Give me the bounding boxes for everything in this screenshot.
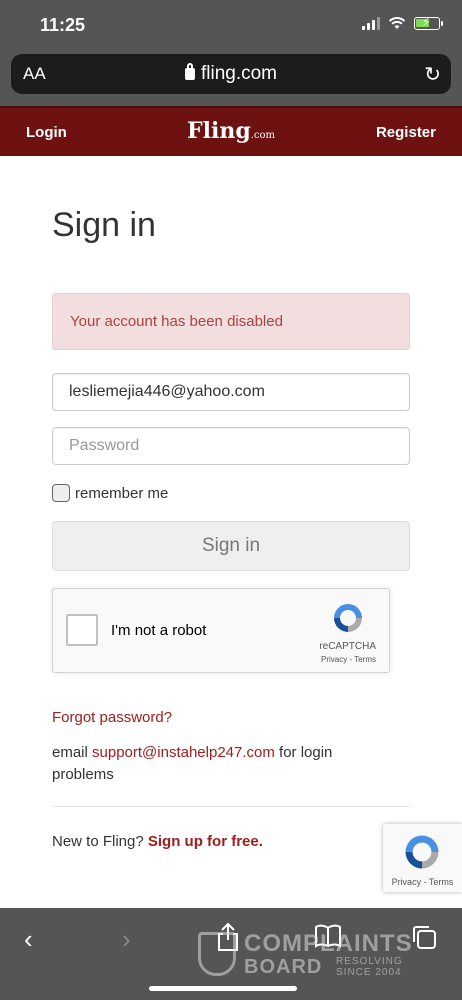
shield-icon: [198, 932, 236, 976]
back-icon[interactable]: ‹: [24, 924, 33, 955]
password-field[interactable]: Password: [52, 427, 410, 465]
status-bar: 11:25 ⚡: [0, 0, 462, 50]
watermark-tagline: RESOLVING SINCE 2004: [336, 956, 403, 978]
battery-icon: ⚡: [414, 15, 443, 30]
status-time: 11:25: [40, 15, 86, 35]
recaptcha-terms-link[interactable]: Terms: [354, 655, 376, 664]
remember-me[interactable]: remember me: [52, 484, 168, 502]
signup-prompt: New to Fling? Sign up for free.: [52, 833, 263, 850]
reload-icon[interactable]: ↻: [424, 62, 441, 87]
recaptcha-label: I'm not a robot: [111, 622, 207, 639]
wifi-icon: [388, 17, 406, 29]
complaintsboard-watermark: COMPLAINTS BOARD RESOLVING SINCE 2004: [198, 930, 418, 982]
recaptcha-badge-icon: [405, 835, 439, 869]
error-alert: Your account has been disabled: [52, 293, 410, 350]
recaptcha-checkbox[interactable]: [66, 614, 98, 646]
remember-me-label: remember me: [75, 484, 169, 502]
support-help-text: email support@instahelp247.com for login…: [52, 742, 372, 786]
watermark-tag2: SINCE 2004: [336, 967, 402, 978]
recaptcha-links: Privacy - Terms: [321, 655, 376, 664]
remember-me-checkbox[interactable]: [52, 484, 70, 502]
recaptcha-widget: I'm not a robot reCAPTCHA Privacy - Term…: [52, 588, 390, 673]
home-indicator: [149, 986, 297, 991]
badge-separator: -: [421, 877, 429, 887]
forward-icon[interactable]: ›: [122, 924, 131, 955]
recaptcha-privacy-link[interactable]: Privacy: [321, 655, 347, 664]
badge-terms-link[interactable]: Terms: [429, 877, 454, 887]
watermark-tag1: RESOLVING: [336, 956, 403, 967]
address-bar[interactable]: AA fling.com ↻: [11, 54, 451, 94]
badge-privacy-link[interactable]: Privacy: [392, 877, 422, 887]
url-text: fling.com: [200, 63, 278, 84]
watermark-line2: BOARD: [244, 956, 323, 978]
support-email-link[interactable]: support@instahelp247.com: [92, 744, 275, 761]
logo-suffix: .com: [250, 130, 275, 141]
lock-icon: [184, 63, 195, 80]
help-prefix: email: [52, 744, 93, 761]
divider: [52, 806, 410, 807]
recaptcha-badge[interactable]: Privacy - Terms: [383, 824, 462, 892]
status-icons: ⚡: [362, 15, 443, 30]
signin-button[interactable]: Sign in: [52, 521, 410, 571]
watermark-line1: COMPLAINTS: [244, 930, 413, 957]
email-field[interactable]: lesliemejia446@yahoo.com: [52, 373, 410, 411]
url-display[interactable]: fling.com: [11, 63, 451, 85]
logo-text: Fling: [186, 118, 251, 144]
recaptcha-badge-links: Privacy - Terms: [383, 877, 462, 887]
signup-prefix: New to Fling?: [52, 833, 148, 850]
page-title: Sign in: [52, 206, 156, 244]
recaptcha-logo-icon: [334, 604, 362, 632]
signup-link[interactable]: Sign up for free.: [148, 833, 263, 850]
cellular-signal-icon: [362, 16, 380, 30]
recaptcha-brand: reCAPTCHA: [319, 641, 376, 652]
forgot-password-link[interactable]: Forgot password?: [52, 709, 172, 726]
browser-top-bar: 11:25 ⚡ AA fling.com ↻: [0, 0, 462, 106]
header-register-link[interactable]: Register: [376, 124, 436, 141]
site-header: Login Fling.com Register: [0, 106, 462, 156]
